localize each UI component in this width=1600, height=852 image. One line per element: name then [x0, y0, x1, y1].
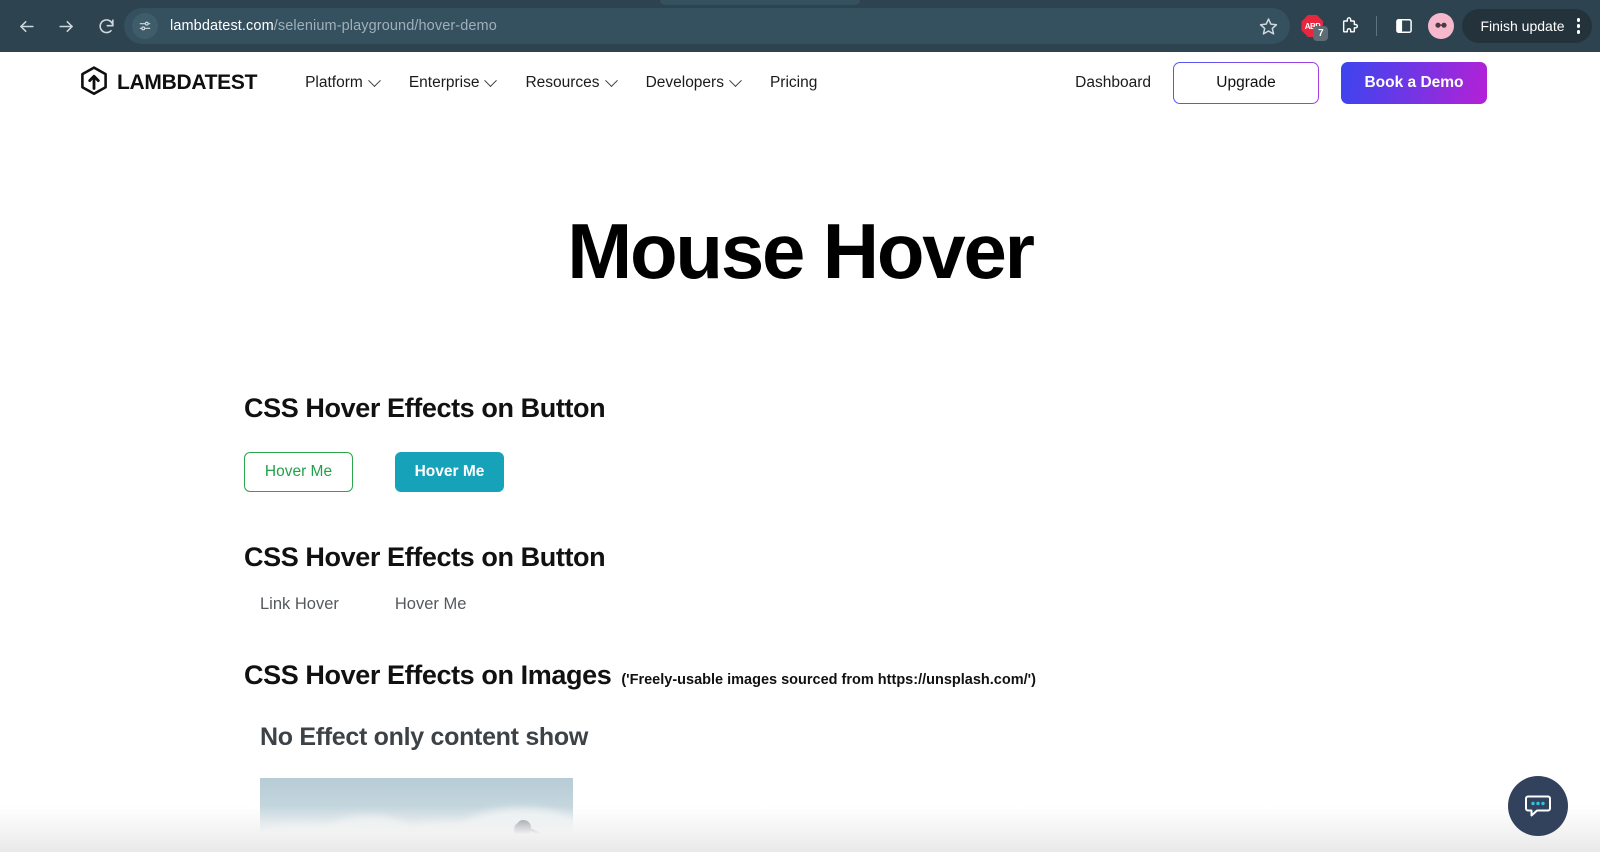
hover-me-filled-button[interactable]: Hover Me — [395, 452, 504, 492]
link-hover-link[interactable]: Link Hover — [260, 595, 339, 614]
lambdatest-brand[interactable]: LAMBDATEST — [80, 65, 258, 101]
extensions-puzzle-icon[interactable] — [1333, 10, 1365, 42]
browser-chrome: lambdatest.com/selenium-playground/hover… — [0, 0, 1600, 52]
omnibox-url-text: lambdatest.com/selenium-playground/hover… — [170, 18, 497, 34]
page-title: Mouse Hover — [567, 207, 1035, 295]
kebab-menu-icon[interactable] — [1571, 18, 1587, 34]
nav-item-developers[interactable]: Developers — [645, 73, 742, 92]
side-panel-icon[interactable] — [1388, 10, 1420, 42]
hover-button-row: Hover Me Hover Me — [244, 452, 1600, 492]
site-header: LAMBDATEST Platform Enterprise Resources… — [0, 52, 1600, 114]
images-section-header: CSS Hover Effects on Images ('Freely-usa… — [244, 660, 1600, 691]
pelican-right-silhouette — [514, 820, 544, 852]
browser-nav-buttons — [0, 0, 122, 52]
page-content: CSS Hover Effects on Button Hover Me Hov… — [0, 393, 1600, 852]
section-title-buttons: CSS Hover Effects on Button — [244, 393, 606, 423]
finish-update-button[interactable]: Finish update — [1462, 9, 1592, 43]
upgrade-button[interactable]: Upgrade — [1173, 62, 1319, 104]
header-actions: Dashboard Upgrade Book a Demo — [1075, 62, 1487, 104]
tab-strip-edge — [660, 0, 860, 5]
section-title-images: CSS Hover Effects on Images — [244, 660, 612, 690]
nav-label-platform: Platform — [305, 74, 363, 91]
book-a-demo-button[interactable]: Book a Demo — [1341, 62, 1487, 104]
hover-me-outline-label: Hover Me — [264, 463, 333, 480]
url-domain: lambdatest.com — [170, 18, 274, 34]
section-title-links: CSS Hover Effects on Button — [244, 542, 606, 572]
chevron-down-icon — [484, 73, 498, 87]
chevron-down-icon — [729, 73, 742, 87]
nav-item-resources[interactable]: Resources — [525, 73, 618, 92]
images-source-note: ('Freely-usable images sourced from http… — [621, 672, 1036, 688]
hover-me-outline-button[interactable]: Hover Me — [244, 452, 353, 492]
hover-me-link[interactable]: Hover Me — [395, 595, 467, 614]
hover-link-row: Link Hover Hover Me — [244, 595, 1600, 614]
extension-count-badge: 7 — [1313, 26, 1329, 41]
chat-bubble-icon[interactable] — [1508, 776, 1568, 836]
chevron-down-icon — [367, 73, 381, 87]
nav-item-pricing[interactable]: Pricing — [770, 74, 817, 92]
chevron-down-icon — [604, 73, 618, 87]
nav-label-resources: Resources — [525, 74, 600, 91]
profile-avatar-icon[interactable] — [1428, 13, 1455, 39]
hover-me-filled-label: Hover Me — [414, 463, 485, 480]
toolbar-divider — [1376, 16, 1378, 36]
back-button[interactable] — [10, 10, 42, 42]
star-icon[interactable] — [1259, 17, 1278, 36]
pelican-left-silhouette — [344, 848, 390, 852]
browser-toolbar-actions: ABP 7 Finish update — [1295, 0, 1592, 52]
pelican-photo[interactable] — [260, 778, 573, 852]
nav-label-pricing: Pricing — [769, 74, 818, 91]
nav-label-developers: Developers — [645, 74, 724, 91]
dashboard-link[interactable]: Dashboard — [1075, 74, 1151, 92]
book-demo-label: Book a Demo — [1364, 74, 1464, 91]
links-section: CSS Hover Effects on Button Link Hover H… — [244, 542, 1600, 614]
subsection-title-no-effect: No Effect only content show — [260, 723, 589, 751]
finish-update-label: Finish update — [1480, 18, 1565, 34]
upgrade-label: Upgrade — [1216, 74, 1276, 91]
lambdatest-hexagon-logo — [80, 65, 108, 101]
nav-label-enterprise: Enterprise — [408, 74, 480, 91]
tune-sliders-icon[interactable] — [132, 13, 158, 39]
address-bar[interactable]: lambdatest.com/selenium-playground/hover… — [124, 8, 1290, 44]
nav-item-enterprise[interactable]: Enterprise — [408, 73, 498, 92]
url-path: /selenium-playground/hover-demo — [273, 18, 497, 34]
page-viewport: LAMBDATEST Platform Enterprise Resources… — [0, 52, 1600, 852]
main-navigation: Platform Enterprise Resources Developers… — [305, 73, 817, 92]
brand-name: LAMBDATEST — [117, 71, 258, 94]
reload-button[interactable] — [90, 10, 122, 42]
nav-item-platform[interactable]: Platform — [305, 73, 381, 92]
adblock-octagon-icon[interactable]: ABP 7 — [1295, 9, 1329, 43]
forward-button[interactable] — [50, 10, 82, 42]
